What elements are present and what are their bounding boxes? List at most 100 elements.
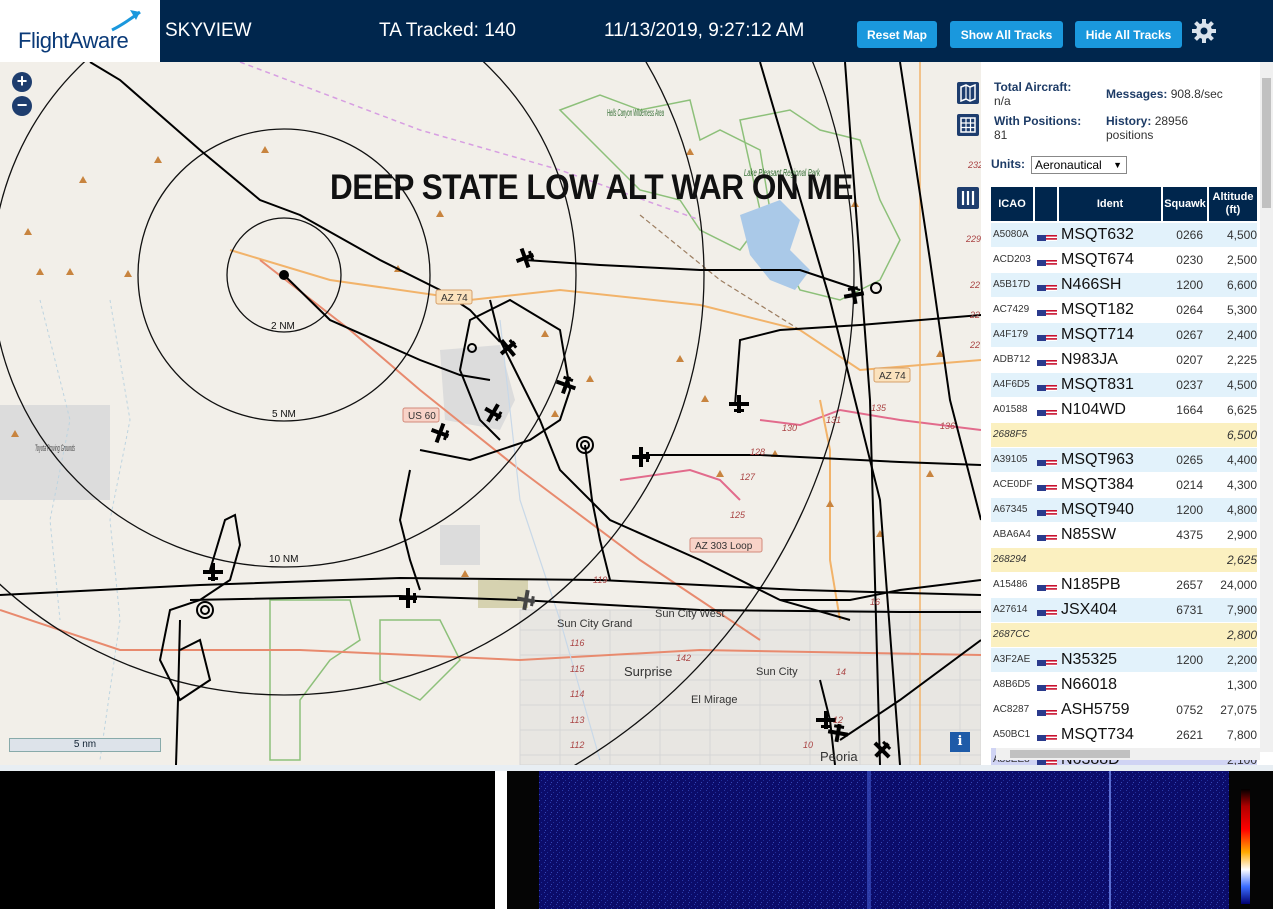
- table-row[interactable]: A50BC1 MSQT734 2621 7,800: [991, 723, 1257, 747]
- table-row[interactable]: A3F2AE N35325 1200 2,200: [991, 648, 1257, 672]
- info-icon[interactable]: i: [950, 732, 970, 752]
- column-header-flag[interactable]: [1035, 187, 1057, 221]
- app-name: SKYVIEW: [165, 20, 252, 41]
- us-flag-icon: [1037, 280, 1057, 291]
- table-row[interactable]: A27614 JSX404 6731 7,900: [991, 598, 1257, 622]
- road-number: 22: [969, 340, 980, 350]
- table-row[interactable]: ABA6A4 N85SW 4375 2,900: [991, 523, 1257, 547]
- road-number: 115: [570, 664, 585, 674]
- column-header-ident[interactable]: Ident: [1059, 187, 1161, 221]
- road-number: 125: [730, 510, 746, 520]
- column-header-squawk[interactable]: Squawk: [1163, 187, 1207, 221]
- map-layers-icon[interactable]: [957, 82, 979, 104]
- table-row[interactable]: A39105 MSQT963 0265 4,400: [991, 448, 1257, 472]
- squawk-cell: [1163, 423, 1203, 447]
- table-row[interactable]: A5080A MSQT632 0266 4,500: [991, 223, 1257, 247]
- column-header-icao[interactable]: ICAO: [991, 187, 1033, 221]
- altitude-cell: 7,900: [1226, 603, 1257, 617]
- icao-cell: 2687CC: [993, 629, 1030, 640]
- table-row[interactable]: A4F179 MSQT714 0267 2,400: [991, 323, 1257, 347]
- table-row[interactable]: ADB712 N983JA 0207 2,225: [991, 348, 1257, 372]
- grid-icon[interactable]: [957, 114, 979, 136]
- icao-cell: A15486: [993, 579, 1028, 590]
- squawk-cell: 2657: [1176, 578, 1203, 592]
- column-header-altitude[interactable]: Altitude (ft): [1209, 187, 1257, 221]
- show-all-tracks-button[interactable]: Show All Tracks: [950, 21, 1063, 48]
- columns-icon[interactable]: [957, 187, 979, 209]
- flightaware-logo[interactable]: FlightAware: [0, 0, 160, 62]
- ident-cell: MSQT831: [1061, 376, 1134, 393]
- us-flag-icon: [1037, 230, 1057, 241]
- altitude-cell: 4,300: [1226, 478, 1257, 492]
- squawk-cell: 0265: [1176, 453, 1203, 467]
- place-el-mirage: El Mirage: [691, 694, 737, 706]
- squawk-cell: 1664: [1176, 403, 1203, 417]
- reset-map-button[interactable]: Reset Map: [857, 21, 937, 48]
- road-label-az303: AZ 303 Loop: [695, 541, 753, 552]
- table-row[interactable]: AC7429 MSQT182 0264 5,300: [991, 298, 1257, 322]
- place-sun-city-west: Sun City West: [655, 608, 725, 620]
- table-row[interactable]: ACD203 MSQT674 0230 2,500: [991, 248, 1257, 272]
- squawk-cell: 0266: [1176, 228, 1203, 242]
- ident-cell: [1061, 623, 1159, 647]
- road-number: 116: [570, 638, 584, 648]
- road-number: 128: [750, 447, 765, 457]
- ident-cell: JSX404: [1061, 601, 1118, 618]
- vertical-scrollbar[interactable]: [1260, 62, 1273, 752]
- altitude-cell: 6,500: [1226, 428, 1257, 442]
- altitude-cell: 2,900: [1226, 528, 1257, 542]
- messages-stat: Messages: 908.8/sec: [1106, 87, 1223, 101]
- squawk-cell: 2621: [1176, 728, 1203, 742]
- ident-cell: N66018: [1061, 676, 1118, 693]
- altitude-cell: 4,500: [1226, 228, 1257, 242]
- road-number: 131: [826, 415, 841, 425]
- icao-cell: 268294: [993, 554, 1027, 565]
- us-flag-icon: [1037, 530, 1057, 541]
- table-row[interactable]: 268294 2,625: [991, 548, 1257, 572]
- squawk-cell: 1200: [1176, 503, 1203, 517]
- table-row[interactable]: ACE0DF MSQT384 0214 4,300: [991, 473, 1257, 497]
- road-label-az74: AZ 74: [441, 293, 468, 304]
- road-number: 22: [969, 310, 980, 320]
- icao-cell: A4F179: [993, 329, 1029, 340]
- altitude-cell: 4,800: [1226, 503, 1257, 517]
- history-stat: History: 28956 positions: [1106, 114, 1188, 142]
- bottom-left-pane: [0, 771, 495, 909]
- scrollbar-thumb[interactable]: [1010, 750, 1130, 758]
- squawk-cell: [1163, 623, 1203, 647]
- table-row[interactable]: A5B17D N466SH 1200 6,600: [991, 273, 1257, 297]
- table-row[interactable]: A01588 N104WD 1664 6,625: [991, 398, 1257, 422]
- ring-label-10nm: 10 NM: [269, 554, 298, 565]
- us-flag-icon: [1037, 355, 1057, 366]
- squawk-cell: 4375: [1176, 528, 1203, 542]
- table-row[interactable]: 2687CC 2,800: [991, 623, 1257, 647]
- road-number: 10: [803, 740, 813, 750]
- place-hells-canyon: Hells Canyon Wilderness Area: [607, 108, 664, 119]
- table-row[interactable]: A67345 MSQT940 1200 4,800: [991, 498, 1257, 522]
- table-row[interactable]: A4F6D5 MSQT831 0237 4,500: [991, 373, 1257, 397]
- table-row[interactable]: 2688F5 6,500: [991, 423, 1257, 447]
- squawk-cell: 0214: [1176, 478, 1203, 492]
- zoom-out-button[interactable]: −: [12, 96, 32, 116]
- us-flag-icon: [1037, 505, 1057, 516]
- units-select[interactable]: Aeronautical ▼: [1031, 156, 1127, 174]
- table-row[interactable]: A8B6D5 N66018 1,300: [991, 673, 1257, 697]
- table-row[interactable]: AC8287 ASH5759 0752 27,075: [991, 698, 1257, 722]
- zoom-in-button[interactable]: +: [12, 72, 32, 92]
- total-aircraft-label: Total Aircraft:: [994, 80, 1072, 94]
- road-number: 12: [833, 715, 843, 725]
- us-flag-icon: [1037, 580, 1057, 591]
- icao-cell: ACE0DF: [993, 479, 1033, 490]
- us-flag-icon: [1037, 330, 1057, 341]
- datetime: 11/13/2019, 9:27:12 AM: [604, 20, 805, 41]
- hide-all-tracks-button[interactable]: Hide All Tracks: [1075, 21, 1182, 48]
- altitude-cell: 2,200: [1226, 653, 1257, 667]
- road-number: 135: [871, 403, 887, 413]
- icao-cell: A5B17D: [993, 279, 1031, 290]
- gear-icon[interactable]: [1191, 18, 1217, 44]
- scrollbar-thumb[interactable]: [1262, 78, 1271, 208]
- ident-cell: MSQT674: [1061, 251, 1134, 268]
- table-row[interactable]: A15486 N185PB 2657 24,000: [991, 573, 1257, 597]
- map-view[interactable]: 2 NM 5 NM 10 NM AZ 74 US 60 AZ 303 Loop …: [0, 62, 981, 765]
- horizontal-scrollbar[interactable]: [996, 748, 1260, 760]
